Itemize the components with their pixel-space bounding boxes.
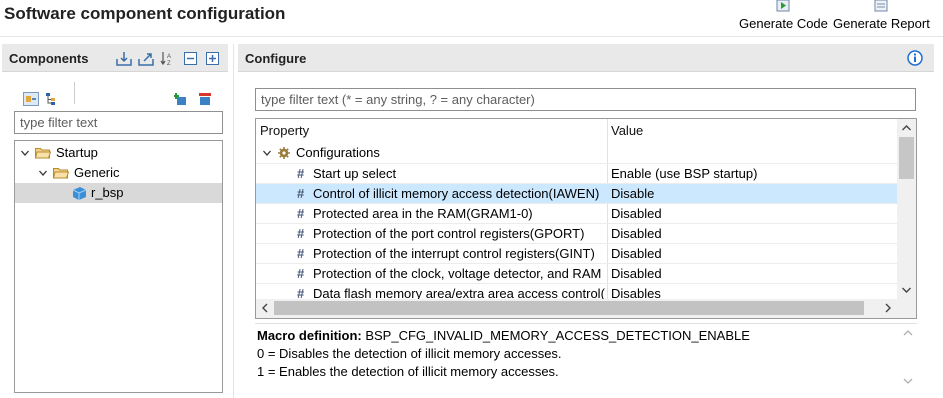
generate-code-icon [776, 0, 790, 12]
sort-icon[interactable]: A Z [160, 51, 176, 66]
scroll-left-icon[interactable] [256, 299, 275, 317]
property-row[interactable]: # Protection of the interrupt control re… [256, 243, 897, 263]
property-table: Property Value Configurations # Start up… [255, 118, 917, 319]
property-name: Start up select [313, 166, 397, 181]
property-row[interactable]: # Protection of the clock, voltage detec… [256, 263, 897, 283]
svg-text:Z: Z [167, 61, 171, 66]
scroll-corner [897, 299, 916, 318]
property-row[interactable]: # Data flash memory area/extra area acce… [256, 283, 897, 299]
description-scrollbar[interactable] [899, 324, 917, 390]
toolbar-separator [74, 82, 75, 104]
vertical-scroll-thumb[interactable] [899, 137, 914, 179]
chevron-down-icon[interactable] [39, 169, 47, 177]
hierarchy-icon[interactable] [45, 92, 61, 106]
property-name: Protection of the port control registers… [313, 226, 585, 241]
scroll-right-icon[interactable] [878, 299, 897, 317]
tree-item-generic[interactable]: Generic [15, 163, 222, 183]
add-component-icon[interactable] [174, 92, 190, 106]
description-pane: Macro definition: BSP_CFG_INVALID_MEMORY… [255, 323, 917, 389]
generate-code-label: Generate Code [739, 16, 828, 31]
property-value[interactable]: Disable [611, 184, 654, 203]
component-icon [72, 187, 87, 200]
tree-item-label: r_bsp [91, 185, 124, 200]
property-value[interactable]: Disables [611, 284, 661, 299]
components-panel: Components A Z type filter text Startup … [2, 44, 232, 398]
column-header-value[interactable]: Value [611, 119, 643, 143]
generate-report-button[interactable]: Generate Report [833, 0, 930, 34]
horizontal-scrollbar[interactable] [256, 299, 897, 318]
description-line: 0 = Disables the detection of illicit me… [257, 346, 562, 361]
property-row[interactable]: # Protection of the port control registe… [256, 223, 897, 243]
property-filter-input[interactable] [255, 88, 916, 111]
folder-icon [35, 148, 51, 159]
property-icon: # [297, 186, 305, 201]
expand-all-icon[interactable] [205, 51, 221, 66]
info-icon[interactable] [907, 50, 923, 66]
component-filter-input[interactable] [14, 111, 223, 134]
property-name: Control of illicit memory access detecti… [313, 186, 600, 201]
property-row[interactable]: # Start up select Enable (use BSP startu… [256, 163, 897, 183]
property-icon: # [297, 226, 305, 241]
property-icon: # [297, 166, 305, 181]
remove-component-icon[interactable] [197, 92, 213, 106]
property-value[interactable]: Disabled [611, 244, 662, 263]
component-tree: Startup Generic r_bsp [14, 140, 223, 393]
tree-item-startup[interactable]: Startup [15, 143, 222, 163]
generate-report-label: Generate Report [833, 16, 930, 31]
property-name: Protection of the clock, voltage detecto… [313, 266, 602, 281]
chevron-down-icon[interactable] [263, 149, 271, 157]
property-icon: # [297, 246, 305, 261]
configure-title: Configure [245, 51, 307, 66]
view-mode-icon[interactable] [23, 92, 39, 106]
group-row-configurations[interactable]: Configurations [256, 143, 897, 163]
generate-report-icon [874, 0, 888, 12]
property-name: Protected area in the RAM(GRAM1-0) [313, 206, 533, 221]
vertical-scrollbar[interactable] [897, 119, 916, 299]
property-value[interactable]: Enable (use BSP startup) [611, 164, 757, 183]
tree-item-r-bsp[interactable]: r_bsp [15, 183, 222, 203]
property-value[interactable]: Disabled [611, 204, 662, 223]
group-label: Configurations [296, 145, 380, 160]
property-row[interactable]: # Protected area in the RAM(GRAM1-0) Dis… [256, 203, 897, 223]
scroll-up-icon[interactable] [897, 119, 916, 137]
svg-text:A: A [167, 54, 171, 60]
property-icon: # [297, 206, 305, 221]
property-name: Protection of the interrupt control regi… [313, 246, 595, 261]
scroll-down-icon[interactable] [897, 281, 916, 299]
property-value[interactable]: Disabled [611, 224, 662, 243]
export-icon[interactable] [138, 51, 154, 66]
import-icon[interactable] [116, 51, 132, 66]
property-value[interactable]: Disabled [611, 264, 662, 283]
collapse-all-icon[interactable] [183, 51, 199, 66]
macro-definition: Macro definition: BSP_CFG_INVALID_MEMORY… [257, 328, 750, 343]
page-title: Software component configuration [4, 4, 286, 23]
gear-icon [278, 147, 290, 159]
property-icon: # [297, 266, 305, 281]
configure-header: Configure [238, 44, 934, 72]
components-title: Components [9, 51, 89, 66]
title-divider [0, 36, 943, 37]
description-line: 1 = Enables the detection of illicit mem… [257, 364, 559, 379]
generate-code-button[interactable]: Generate Code [739, 0, 828, 34]
property-row[interactable]: # Control of illicit memory access detec… [256, 183, 897, 203]
macro-label: Macro definition: [257, 328, 362, 343]
macro-value: BSP_CFG_INVALID_MEMORY_ACCESS_DETECTION_… [365, 328, 750, 343]
chevron-down-icon[interactable] [21, 149, 29, 157]
folder-icon [53, 168, 69, 179]
column-header-property[interactable]: Property [260, 119, 309, 143]
panel-divider [233, 44, 234, 398]
components-header: Components A Z [2, 44, 228, 72]
horizontal-scroll-thumb[interactable] [274, 301, 864, 315]
property-name: Data flash memory area/extra area access… [313, 286, 605, 299]
property-icon: # [297, 286, 305, 299]
configure-panel: Configure Property Value Configurations … [238, 44, 943, 398]
tree-item-label: Startup [56, 145, 98, 160]
tree-item-label: Generic [74, 165, 120, 180]
